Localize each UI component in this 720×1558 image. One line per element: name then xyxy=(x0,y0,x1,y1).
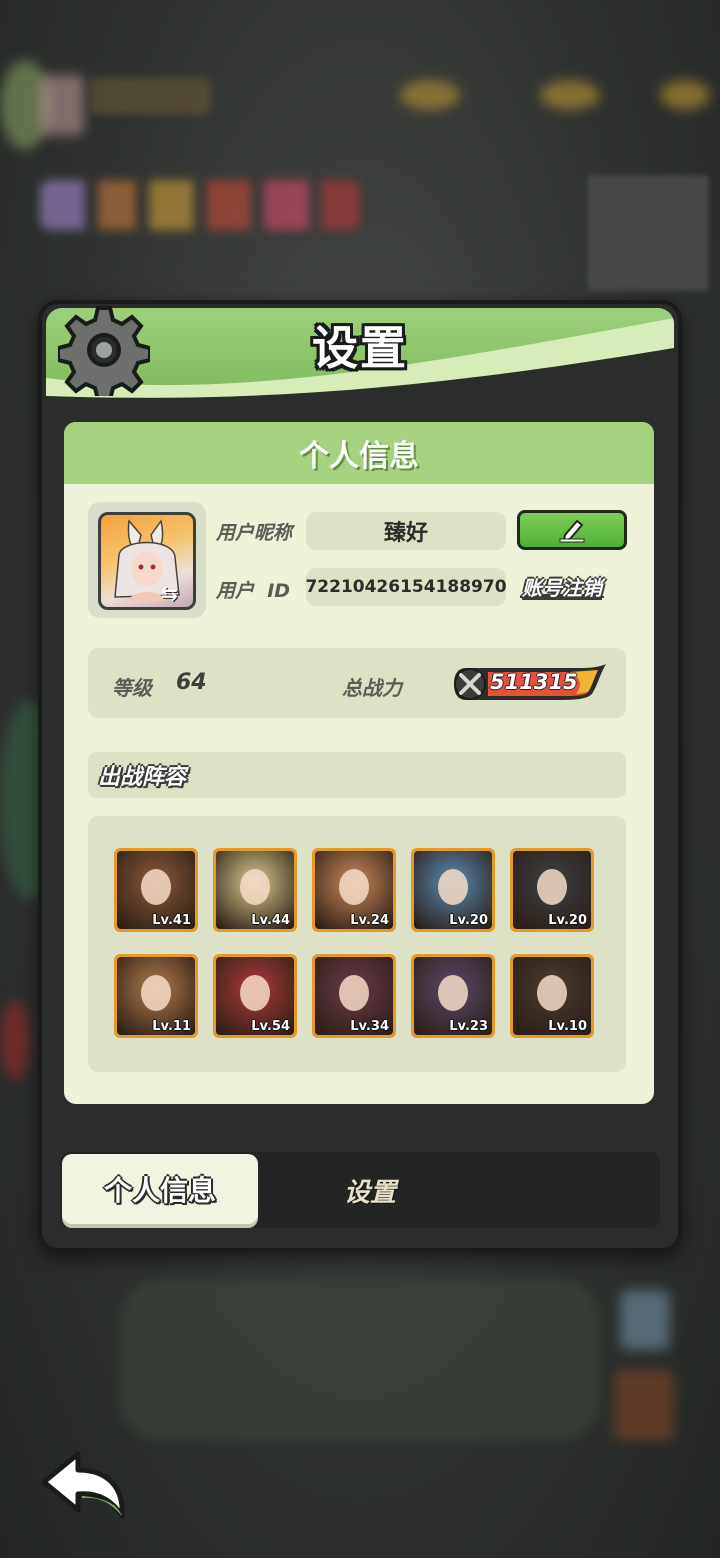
hero-level: Lv.20 xyxy=(449,913,488,928)
hero-portrait: Lv.10 xyxy=(513,957,591,1035)
hero-level: Lv.41 xyxy=(152,913,191,928)
tab-settings[interactable]: 设置 xyxy=(310,1170,430,1210)
background-event-icons xyxy=(40,180,360,230)
hero-level: Lv.34 xyxy=(350,1019,389,1034)
hero-face xyxy=(339,975,369,1011)
hero-card[interactable]: Lv.34 xyxy=(312,954,396,1038)
hero-face xyxy=(537,869,567,905)
hero-face xyxy=(141,869,171,905)
hero-card[interactable]: Lv.11 xyxy=(114,954,198,1038)
tab-bar: 个人信息 设置 xyxy=(60,1152,660,1228)
background-blob xyxy=(660,80,710,110)
nickname-field: 臻好 xyxy=(306,512,506,550)
hero-card[interactable]: Lv.41 xyxy=(114,848,198,932)
back-arrow-icon[interactable] xyxy=(38,1448,130,1520)
stats-row: 等级 64 总战力 511315 xyxy=(88,648,626,718)
hero-portrait: Lv.20 xyxy=(414,851,492,929)
hero-card[interactable]: Lv.23 xyxy=(411,954,495,1038)
hero-card[interactable]: Lv.24 xyxy=(312,848,396,932)
team-title: 出战阵容 xyxy=(88,752,626,798)
power-badge: 511315 xyxy=(452,664,606,702)
page-title: 设置 xyxy=(312,321,408,375)
background-minimap xyxy=(588,176,708,290)
hero-level: Lv.23 xyxy=(449,1019,488,1034)
hero-card[interactable]: Lv.20 xyxy=(510,848,594,932)
swap-icon[interactable]: ⇆ xyxy=(161,583,187,603)
hero-portrait: Lv.11 xyxy=(117,957,195,1035)
hero-portrait: Lv.44 xyxy=(216,851,294,929)
team-lineup: Lv.41 Lv.44 Lv.24 Lv.20 Lv.20 Lv.11 Lv.54 Lv.34… xyxy=(88,816,626,1072)
background-blob xyxy=(40,75,84,135)
background-blob xyxy=(120,1280,600,1440)
hero-level: Lv.20 xyxy=(548,913,587,928)
hero-face xyxy=(438,975,468,1011)
hero-portrait: Lv.24 xyxy=(315,851,393,929)
avatar[interactable]: ⇆ xyxy=(98,512,196,610)
avatar-box[interactable]: ⇆ xyxy=(88,502,206,618)
tab-profile[interactable]: 个人信息 xyxy=(62,1154,258,1224)
hero-card[interactable]: Lv.54 xyxy=(213,954,297,1038)
background-blob xyxy=(0,1000,30,1080)
hero-level: Lv.24 xyxy=(350,913,389,928)
hero-portrait: Lv.20 xyxy=(513,851,591,929)
user-id-label: 用户 ID xyxy=(216,580,291,602)
power-label: 总战力 xyxy=(342,676,402,700)
hero-card[interactable]: Lv.44 xyxy=(213,848,297,932)
nickname-label: 用户昵称 xyxy=(216,522,293,544)
hero-portrait: Lv.54 xyxy=(216,957,294,1035)
hero-portrait: Lv.41 xyxy=(117,851,195,929)
hero-portrait: Lv.34 xyxy=(315,957,393,1035)
profile-content: 个人信息 ⇆ 用户昵称 臻好 用户 ID 72210426154188970 账… xyxy=(64,422,654,1104)
level-label: 等级 xyxy=(112,676,152,700)
hero-face xyxy=(240,869,270,905)
hero-face xyxy=(339,869,369,905)
background-blob xyxy=(540,80,600,110)
user-id-field: 72210426154188970 xyxy=(305,568,507,606)
background-player-bar xyxy=(90,78,210,114)
deregister-link[interactable]: 账号注销 xyxy=(522,572,618,602)
hero-level: Lv.54 xyxy=(251,1019,290,1034)
hero-level: Lv.11 xyxy=(152,1019,191,1034)
edit-nickname-button[interactable] xyxy=(517,510,627,550)
hero-level: Lv.44 xyxy=(251,913,290,928)
power-value: 511315 xyxy=(490,670,578,694)
pencil-icon xyxy=(559,519,585,543)
background-blob xyxy=(400,80,460,110)
hero-face xyxy=(537,975,567,1011)
level-value: 64 xyxy=(176,670,207,695)
hero-portrait: Lv.23 xyxy=(414,957,492,1035)
hero-card[interactable]: Lv.10 xyxy=(510,954,594,1038)
hero-face xyxy=(141,975,171,1011)
hero-face xyxy=(240,975,270,1011)
hero-card[interactable]: Lv.20 xyxy=(411,848,495,932)
section-title: 个人信息 xyxy=(64,422,654,484)
background-blob xyxy=(620,1290,670,1350)
background-blob xyxy=(614,1370,674,1440)
hero-level: Lv.10 xyxy=(548,1019,587,1034)
hero-face xyxy=(438,869,468,905)
